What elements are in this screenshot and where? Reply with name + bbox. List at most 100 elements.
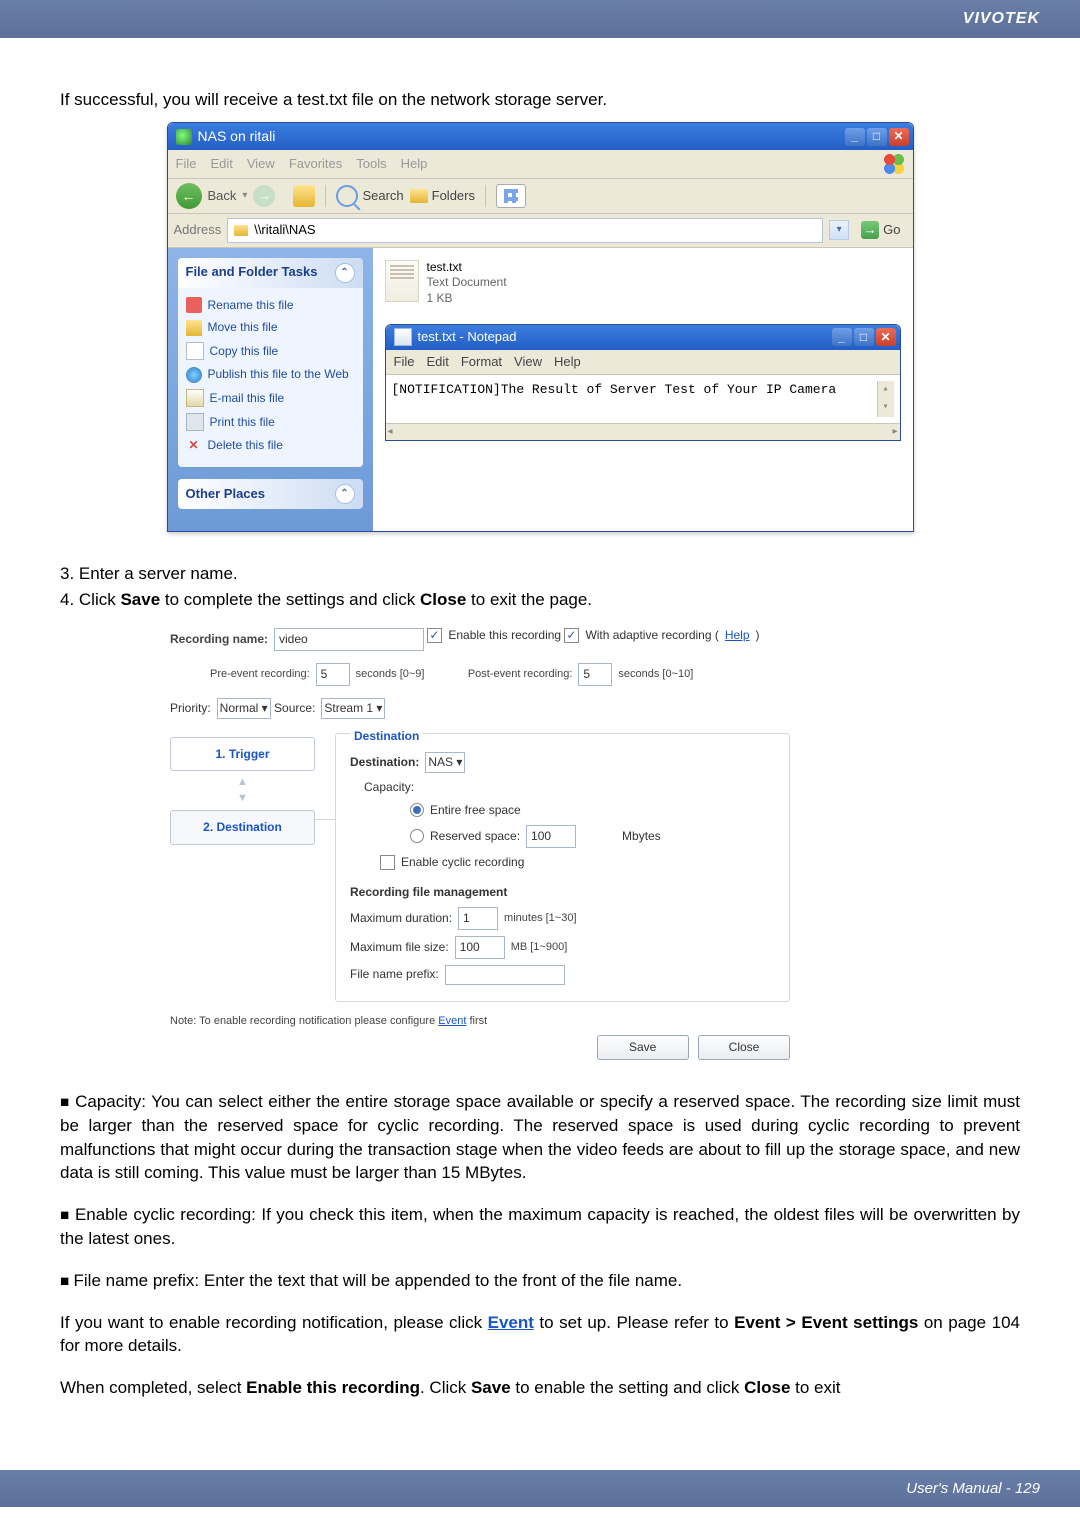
vertical-scrollbar[interactable]: ▴ ▾ <box>877 381 894 417</box>
np-menu-file[interactable]: File <box>394 353 415 371</box>
connector-line <box>315 819 335 820</box>
menu-view[interactable]: View <box>247 155 275 173</box>
file-size: 1 KB <box>427 291 507 307</box>
collapse-icon[interactable]: ⌃ <box>335 263 355 283</box>
intro-text: If successful, you will receive a test.t… <box>60 88 1020 112</box>
views-button[interactable] <box>496 184 526 208</box>
task-print[interactable]: Print this file <box>186 410 355 434</box>
prefix-input[interactable] <box>445 965 565 985</box>
close-button[interactable]: ✕ <box>889 128 909 146</box>
back-button[interactable]: ← <box>176 183 202 209</box>
window-controls: _ □ ✕ <box>845 128 909 146</box>
go-label: Go <box>883 221 900 239</box>
task-move[interactable]: Move this file <box>186 316 355 339</box>
folders-button[interactable]: Folders <box>410 187 475 205</box>
menu-help[interactable]: Help <box>401 155 428 173</box>
task-label: Move this file <box>208 319 278 336</box>
horizontal-scrollbar[interactable]: ◂ ▸ <box>386 423 900 440</box>
arrow-down-icon: ▲▼ <box>170 775 315 806</box>
notepad-title: test.txt - Notepad <box>418 328 832 346</box>
close-button[interactable]: Close <box>698 1035 790 1060</box>
save-button[interactable]: Save <box>597 1035 689 1060</box>
bullet-cyclic: ■ Enable cyclic recording: If you check … <box>60 1203 1020 1251</box>
address-input[interactable]: \\ritali\NAS <box>227 218 823 242</box>
menu-tools[interactable]: Tools <box>356 155 386 173</box>
minimize-button[interactable]: _ <box>832 328 852 346</box>
task-rename[interactable]: Rename this file <box>186 294 355 317</box>
priority-select[interactable]: Normal ▾ <box>217 698 271 719</box>
destination-label: Destination: <box>350 754 419 771</box>
address-dropdown[interactable]: ▾ <box>829 220 849 240</box>
max-duration-suffix: minutes [1~30] <box>504 911 576 926</box>
np-menu-edit[interactable]: Edit <box>426 353 448 371</box>
address-label: Address <box>174 221 222 239</box>
task-copy[interactable]: Copy this file <box>186 339 355 363</box>
step-trigger[interactable]: 1. Trigger <box>170 737 315 772</box>
recording-name-input[interactable]: video <box>274 628 424 651</box>
tasks-pane: File and Folder Tasks ⌃ Rename this file… <box>168 248 373 531</box>
task-label: Print this file <box>210 414 275 431</box>
entire-space-radio[interactable] <box>410 803 424 817</box>
menu-file[interactable]: File <box>176 155 197 173</box>
help-link[interactable]: Help <box>725 627 750 644</box>
max-size-input[interactable]: 100 <box>455 936 505 959</box>
max-duration-label: Maximum duration: <box>350 910 452 927</box>
task-delete[interactable]: ✕Delete this file <box>186 434 355 457</box>
post-event-suffix: seconds [0~10] <box>618 667 693 682</box>
enable-recording-checkbox[interactable] <box>427 628 442 643</box>
up-button[interactable] <box>293 185 315 207</box>
scroll-left-icon: ◂ <box>388 425 393 439</box>
post-event-input[interactable]: 5 <box>578 663 612 686</box>
file-item[interactable]: test.txt Text Document 1 KB <box>385 260 901 307</box>
task-publish[interactable]: Publish this file to the Web <box>186 363 355 386</box>
other-places-header: Other Places <box>186 485 266 503</box>
window-title: NAS on ritali <box>198 127 845 147</box>
notepad-text[interactable]: [NOTIFICATION]The Result of Server Test … <box>392 381 877 417</box>
task-email[interactable]: E-mail this file <box>186 386 355 410</box>
cyclic-checkbox[interactable] <box>380 855 395 870</box>
page-content: If successful, you will receive a test.t… <box>0 38 1080 1470</box>
reserved-space-radio[interactable] <box>410 829 424 843</box>
event-link[interactable]: Event <box>438 1015 466 1027</box>
explorer-window: NAS on ritali _ □ ✕ File Edit View Favor… <box>167 122 914 532</box>
back-dropdown-icon[interactable]: ▾ <box>242 189 247 203</box>
maximize-button[interactable]: □ <box>854 328 874 346</box>
note-text-b: first <box>466 1015 487 1027</box>
other-places: Other Places ⌃ <box>178 479 363 509</box>
pre-event-suffix: seconds [0~9] <box>356 667 425 682</box>
post-event-label: Post-event recording: <box>468 667 573 682</box>
nas-icon <box>176 129 192 145</box>
file-list-pane: test.txt Text Document 1 KB test.txt - N… <box>373 248 913 531</box>
wizard-steps: 1. Trigger ▲▼ 2. Destination <box>170 733 315 1002</box>
adaptive-label: With adaptive recording ( <box>585 627 718 644</box>
note-text-a: Note: To enable recording notification p… <box>170 1015 438 1027</box>
max-duration-input[interactable]: 1 <box>458 907 498 930</box>
destination-select[interactable]: NAS ▾ <box>425 752 465 773</box>
search-button[interactable]: Search <box>336 185 403 207</box>
collapse-icon[interactable]: ⌃ <box>335 484 355 504</box>
go-button[interactable]: → Go <box>855 220 906 240</box>
forward-button[interactable]: → <box>253 185 275 207</box>
np-menu-help[interactable]: Help <box>554 353 581 371</box>
adaptive-checkbox[interactable] <box>564 628 579 643</box>
pre-event-input[interactable]: 5 <box>316 663 350 686</box>
source-select[interactable]: Stream 1 ▾ <box>321 698 385 719</box>
np-menu-view[interactable]: View <box>514 353 542 371</box>
source-label: Source: <box>274 700 315 717</box>
reserved-space-input[interactable]: 100 <box>526 825 576 848</box>
menu-favorites[interactable]: Favorites <box>289 155 342 173</box>
address-value: \\ritali\NAS <box>254 221 315 239</box>
menu-edit[interactable]: Edit <box>210 155 232 173</box>
file-name: test.txt <box>427 260 507 276</box>
event-link[interactable]: Event <box>488 1313 534 1332</box>
tasks-header: File and Folder Tasks <box>186 263 318 281</box>
minimize-button[interactable]: _ <box>845 128 865 146</box>
np-menu-format[interactable]: Format <box>461 353 502 371</box>
close-button[interactable]: ✕ <box>876 328 896 346</box>
notepad-titlebar: test.txt - Notepad _ □ ✕ <box>386 325 900 349</box>
folders-label: Folders <box>432 187 475 205</box>
delete-icon: ✕ <box>186 437 202 453</box>
maximize-button[interactable]: □ <box>867 128 887 146</box>
step-destination[interactable]: 2. Destination <box>170 810 315 845</box>
rename-icon <box>186 297 202 313</box>
